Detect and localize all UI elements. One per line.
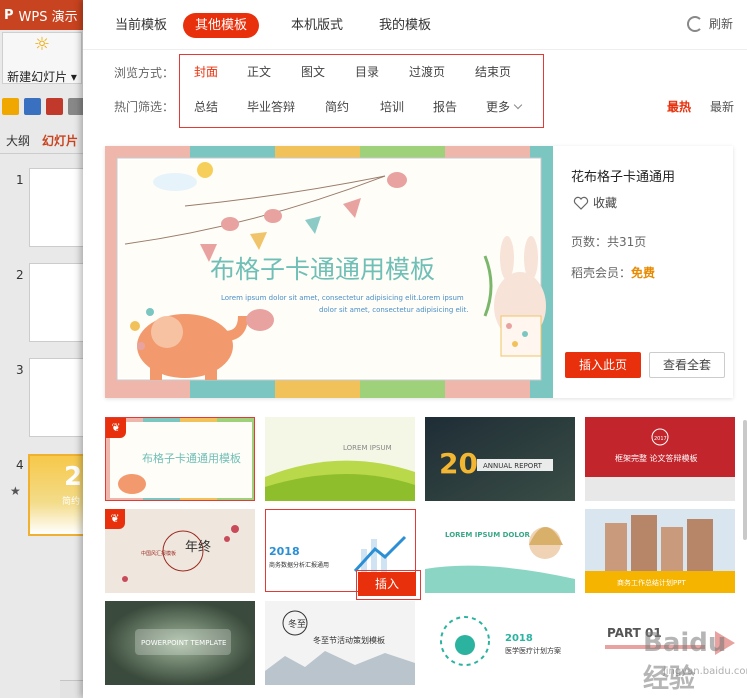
sort-newest[interactable]: 最新 [710, 98, 734, 115]
save-icon[interactable] [24, 98, 41, 115]
card-10-image: 冬至 冬至节活动策划模板 [265, 601, 415, 685]
refresh-label: 刷新 [708, 17, 733, 31]
hover-insert-box: 插入 [356, 570, 421, 600]
svg-text:布格子卡通通用模板: 布格子卡通通用模板 [142, 451, 241, 465]
favorite-button[interactable]: 收藏 [573, 194, 617, 211]
card-9-image: POWERPOINT TEMPLATE [105, 601, 255, 685]
card-4-image: 2017 框架完整 论文答辩模板 [585, 417, 735, 501]
svg-text:冬至节活动策划模板: 冬至节活动策划模板 [313, 635, 385, 645]
card-2-image: LOREM IPSUM [265, 417, 415, 501]
new-slide-icon: ☼ [33, 34, 51, 55]
template-card-9[interactable]: POWERPOINT TEMPLATE [105, 601, 255, 685]
refresh-button[interactable]: 刷新 [686, 15, 733, 32]
app-titlebar: P WPS 演示 [0, 0, 90, 30]
open-folder-icon[interactable] [2, 98, 19, 115]
template-info: 花布格子卡通通用 收藏 页数：共31页 稻壳会员：免费 插入此页 查看全套 [565, 146, 733, 398]
tab-current-template[interactable]: 当前模板 [115, 13, 167, 38]
slide-number: 3 [16, 363, 24, 377]
svg-text:冬至: 冬至 [288, 618, 306, 630]
preview-image-subtitle-1: Lorem ipsum dolor sit amet, consectetur … [221, 294, 464, 302]
slide-number: 1 [16, 173, 24, 187]
insert-page-button[interactable]: 插入此页 [565, 352, 641, 378]
wps-background-window: P WPS 演示 ☼ 新建幻灯片 ▾ 大纲 幻灯片 1 2 3 4 2 简约 ★ [0, 0, 90, 698]
svg-text:2018: 2018 [505, 633, 533, 644]
page-count: 页数：共31页 [571, 235, 647, 249]
slide-thumbnail-1[interactable] [29, 168, 90, 247]
watermark: Baidu经验 [643, 628, 727, 694]
template-preview: 布格子卡通通用模板 Lorem ipsum dolor sit amet, co… [105, 146, 733, 398]
print-preview-icon[interactable] [46, 98, 63, 115]
quick-toolbar [2, 98, 85, 115]
svg-text:医学医疗计划方案: 医学医疗计划方案 [505, 646, 561, 655]
slide4-number-text: 2 [64, 462, 83, 492]
svg-text:商务工作总结计划PPT: 商务工作总结计划PPT [617, 578, 686, 587]
preview-image-title: 布格子卡通通用模板 [210, 255, 435, 284]
svg-text:2017: 2017 [654, 436, 667, 442]
tab-my-template[interactable]: 我的模板 [379, 13, 431, 38]
slide-thumbnail-3[interactable] [29, 358, 90, 437]
template-card-8[interactable]: 商务工作总结计划PPT [585, 509, 735, 593]
svg-text:ANNUAL REPORT: ANNUAL REPORT [483, 462, 543, 470]
member-info: 稻壳会员：免费 [571, 266, 656, 280]
heart-icon [573, 196, 589, 210]
new-slide-button[interactable]: ☼ 新建幻灯片 ▾ [2, 32, 82, 84]
template-card-4[interactable]: 2017 框架完整 论文答辩模板 [585, 417, 735, 501]
template-card-10[interactable]: 冬至 冬至节活动策划模板 [265, 601, 415, 685]
app-title: WPS 演示 [18, 9, 78, 25]
svg-text:LOREM IPSUM DOLOR: LOREM IPSUM DOLOR [445, 531, 531, 539]
card-3-image: 20 ANNUAL REPORT [425, 417, 575, 501]
tab-other-template[interactable]: 其他模板 [183, 13, 260, 38]
hover-insert-button[interactable]: 插入 [358, 572, 416, 596]
new-slide-label: 新建幻灯片 ▾ [7, 70, 77, 84]
left-panel-tabs: 大纲 幻灯片 [0, 128, 90, 154]
template-card-5[interactable]: 年终 中国风汇报模板 ❦ [105, 509, 255, 593]
preview-image[interactable]: 布格子卡通通用模板 Lorem ipsum dolor sit amet, co… [105, 146, 553, 398]
member-free-badge: 免费 [631, 266, 656, 280]
card-5-image: 年终 中国风汇报模板 [105, 509, 255, 593]
wps-logo-icon: P [4, 7, 14, 23]
tab-local-layout[interactable]: 本机版式 [291, 13, 343, 38]
favorite-label: 收藏 [593, 196, 618, 210]
preview-image-subtitle-2: dolor sit amet, consectetur adipisicing … [319, 306, 469, 314]
svg-text:中国风汇报模板: 中国风汇报模板 [141, 550, 176, 557]
filter-highlight-box [179, 54, 544, 128]
tab-outline[interactable]: 大纲 [0, 132, 30, 149]
slide4-small-text: 简约 [62, 497, 81, 507]
template-card-11[interactable]: 2018 医学医疗计划方案 [425, 601, 575, 685]
svg-text:POWERPOINT TEMPLATE: POWERPOINT TEMPLATE [141, 639, 226, 647]
slide-number: 2 [16, 268, 24, 282]
template-card-7[interactable]: LOREM IPSUM DOLOR [425, 509, 575, 593]
card-8-image: 商务工作总结计划PPT [585, 509, 735, 593]
slide-thumbnail-2[interactable] [29, 263, 90, 342]
refresh-icon [686, 15, 703, 32]
template-panel: 当前模板 其他模板 本机版式 我的模板 刷新 浏览方式： 封面 正文 图文 目录… [83, 0, 747, 698]
svg-text:LOREM IPSUM: LOREM IPSUM [343, 444, 392, 452]
hot-badge-icon: ❦ [106, 418, 126, 438]
watermark-url: jingyan.baidu.com [663, 666, 747, 677]
card-11-image: 2018 医学医疗计划方案 [425, 601, 575, 685]
template-card-3[interactable]: 20 ANNUAL REPORT [425, 417, 575, 501]
template-tabs: 当前模板 其他模板 本机版式 我的模板 刷新 [83, 0, 747, 50]
view-all-button[interactable]: 查看全套 [649, 352, 725, 378]
svg-text:20: 20 [439, 447, 478, 480]
hot-badge-icon: ❦ [105, 509, 125, 529]
scrollbar[interactable] [743, 420, 747, 540]
template-title: 花布格子卡通通用 [571, 170, 676, 185]
svg-text:年终: 年终 [185, 539, 211, 555]
card-1-image: 布格子卡通通用模板 [106, 418, 254, 500]
slide-thumbnail-4[interactable]: 2 简约 [28, 454, 89, 536]
svg-text:框架完整 论文答辩模板: 框架完整 论文答辩模板 [615, 453, 698, 463]
template-card-2[interactable]: LOREM IPSUM [265, 417, 415, 501]
slide-number: 4 [16, 458, 24, 472]
star-icon: ★ [10, 484, 21, 498]
template-card-1[interactable]: 布格子卡通通用模板 ❦ [105, 417, 255, 501]
tab-slides[interactable]: 幻灯片 [42, 132, 78, 149]
hot-filter-label: 热门筛选： [114, 100, 175, 114]
preview-illustration: 布格子卡通通用模板 Lorem ipsum dolor sit amet, co… [105, 146, 553, 398]
browse-mode-label: 浏览方式： [114, 66, 175, 80]
card-7-image: LOREM IPSUM DOLOR [425, 509, 575, 593]
sort-hottest[interactable]: 最热 [667, 98, 691, 115]
